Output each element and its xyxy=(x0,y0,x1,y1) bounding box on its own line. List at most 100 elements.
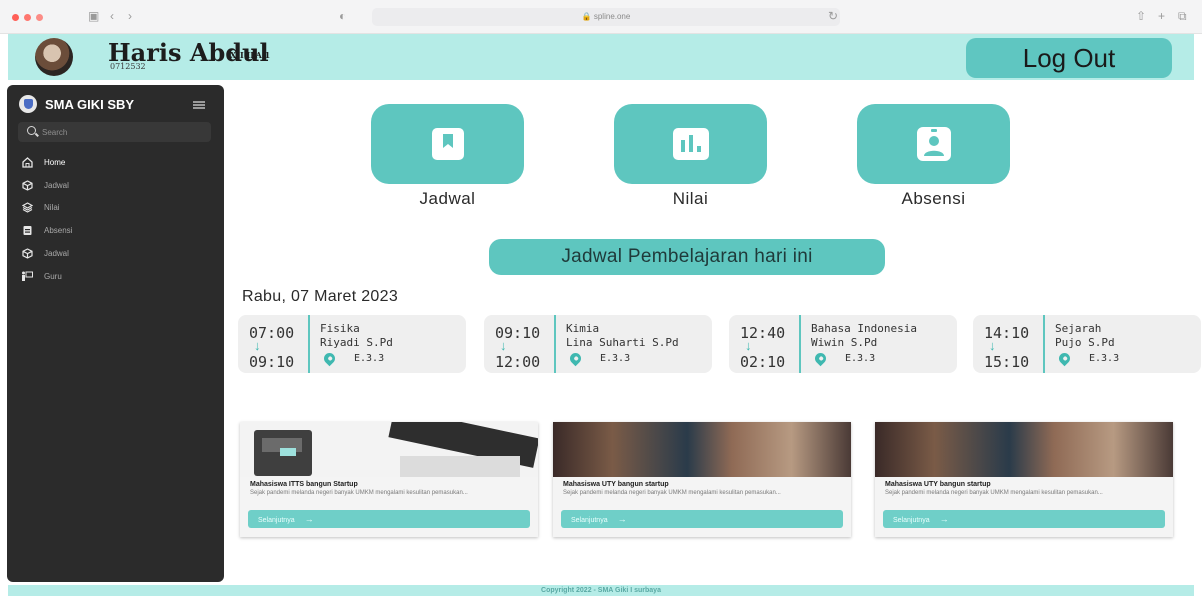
sidebar-item-label: Nilai xyxy=(44,203,60,213)
sidebar-item-absensi[interactable]: Absensi xyxy=(21,219,211,242)
divider xyxy=(308,315,310,373)
bar-chart-icon xyxy=(672,128,709,160)
search-icon xyxy=(27,126,36,135)
document-icon xyxy=(21,225,33,237)
end-time: 12:00 xyxy=(495,353,541,371)
news-image xyxy=(875,422,1173,477)
sidebar-item-guru[interactable]: Guru xyxy=(21,265,211,288)
home-icon xyxy=(21,156,33,168)
subject: Fisika xyxy=(320,322,360,335)
tile-jadwal-label: Jadwal xyxy=(419,189,476,208)
school-logo-icon xyxy=(19,95,37,113)
schedule-date: Rabu, 07 Maret 2023 xyxy=(242,288,399,305)
sidebar-item-jadwal-2[interactable]: Jadwal xyxy=(21,242,211,265)
end-time: 15:10 xyxy=(984,353,1030,371)
schedule-card[interactable]: 12:40 ↓ 02:10 Bahasa Indonesia Wiwin S.P… xyxy=(729,315,957,373)
user-class: XII IPA 1 xyxy=(230,50,271,60)
news-card[interactable]: Mahasiswa ITTS bangun Startup Sejak pand… xyxy=(240,422,538,537)
news-excerpt: Sejak pandemi melanda negeri banyak UMKM… xyxy=(563,490,781,496)
app-root: ▣ ‹ › ◐ 🔒 spline.one ↻ ⇧ + ⧉ Haris Abdul… xyxy=(0,0,1202,596)
browser-toolbar: ▣ ‹ › ◐ 🔒 spline.one ↻ ⇧ + ⧉ xyxy=(0,0,1202,34)
tile-jadwal[interactable] xyxy=(371,104,524,184)
cube-icon xyxy=(21,248,33,260)
sidebar-item-label: Jadwal xyxy=(44,180,69,190)
read-more-button[interactable]: Selanjutnya → xyxy=(561,510,843,528)
read-more-button[interactable]: Selanjutnya → xyxy=(883,510,1165,528)
news-image xyxy=(240,422,538,477)
read-more-label: Selanjutnya xyxy=(893,517,930,524)
logout-button[interactable]: Log Out xyxy=(966,38,1172,78)
divider xyxy=(799,315,801,373)
bookmark-icon xyxy=(431,128,464,160)
lock-icon: 🔒 xyxy=(581,12,592,21)
sidebar-item-label: Home xyxy=(44,157,66,167)
location-pin-icon xyxy=(812,350,829,367)
top-header: Haris Abdul XII IPA 1 0712532 Log Out xyxy=(8,34,1194,80)
subject: Bahasa Indonesia xyxy=(811,322,917,335)
search-box xyxy=(18,122,211,142)
sidebar-nav: Home Jadwal Nilai Absensi Jadwal Guru xyxy=(21,151,211,288)
sidebar-item-nilai[interactable]: Nilai xyxy=(21,197,211,220)
hamburger-menu-icon[interactable] xyxy=(193,101,205,109)
news-title: Mahasiswa ITTS bangun Startup xyxy=(250,481,358,488)
news-excerpt: Sejak pandemi melanda negeri banyak UMKM… xyxy=(250,490,468,496)
arrow-down-icon: ↓ xyxy=(989,338,996,353)
search-input[interactable] xyxy=(42,124,202,140)
teacher: Lina Suharti S.Pd xyxy=(566,336,679,349)
schedule-card[interactable]: 07:00 ↓ 09:10 Fisika Riyadi S.Pd E.3.3 xyxy=(238,315,466,373)
tile-nilai[interactable] xyxy=(614,104,767,184)
tile-nilai-label: Nilai xyxy=(672,189,709,208)
arrow-down-icon: ↓ xyxy=(254,338,261,353)
avatar[interactable] xyxy=(35,38,73,76)
news-card[interactable]: Mahasiswa UTY bangun startup Sejak pande… xyxy=(875,422,1173,537)
news-title: Mahasiswa UTY bangun startup xyxy=(563,481,669,488)
subject: Sejarah xyxy=(1055,322,1102,335)
back-icon[interactable]: ‹ xyxy=(110,9,114,23)
share-icon[interactable]: ⇧ xyxy=(1136,9,1146,23)
location-pin-icon xyxy=(1056,350,1073,367)
schedule-today-banner[interactable]: Jadwal Pembelajaran hari ini xyxy=(489,239,885,275)
tabs-overview-icon[interactable]: ⧉ xyxy=(1178,9,1187,23)
teacher: Wiwin S.Pd xyxy=(811,336,878,349)
layers-icon xyxy=(21,202,33,214)
room: E.3.3 xyxy=(845,353,876,364)
location-pin-icon xyxy=(321,350,338,367)
new-tab-icon[interactable]: + xyxy=(1158,9,1165,23)
room: E.3.3 xyxy=(600,353,631,364)
brand[interactable]: SMA GIKI SBY xyxy=(19,95,134,113)
end-time: 09:10 xyxy=(249,353,295,371)
subject: Kimia xyxy=(566,322,600,335)
reload-icon[interactable]: ↻ xyxy=(828,9,838,23)
news-card[interactable]: Mahasiswa UTY bangun startup Sejak pande… xyxy=(553,422,851,537)
sidebar-item-label: Guru xyxy=(44,271,62,281)
schedule-card[interactable]: 14:10 ↓ 15:10 Sejarah Pujo S.Pd E.3.3 xyxy=(973,315,1201,373)
room: E.3.3 xyxy=(354,353,385,364)
sidebar-item-home[interactable]: Home xyxy=(21,151,211,174)
read-more-label: Selanjutnya xyxy=(571,517,608,524)
sidebar-item-label: Absensi xyxy=(44,226,73,236)
cube-icon xyxy=(21,179,33,191)
window-controls[interactable] xyxy=(12,14,43,21)
forward-icon[interactable]: › xyxy=(128,9,132,23)
id-badge-icon xyxy=(916,127,951,161)
url-text: spline.one xyxy=(593,12,631,21)
teacher: Pujo S.Pd xyxy=(1055,336,1115,349)
arrow-down-icon: ↓ xyxy=(500,338,507,353)
sidebar-toggle-icon[interactable]: ▣ xyxy=(88,9,99,23)
news-title: Mahasiswa UTY bangun startup xyxy=(885,481,991,488)
privacy-icon[interactable]: ◐ xyxy=(339,9,346,23)
schedule-card[interactable]: 09:10 ↓ 12:00 Kimia Lina Suharti S.Pd E.… xyxy=(484,315,712,373)
tile-absensi[interactable] xyxy=(857,104,1010,184)
address-bar[interactable]: 🔒 spline.one xyxy=(372,8,840,26)
news-image xyxy=(553,422,851,477)
sidebar: SMA GIKI SBY Home Jadwal xyxy=(7,85,224,582)
brand-name: SMA GIKI SBY xyxy=(45,96,135,112)
divider xyxy=(1043,315,1045,373)
sidebar-item-jadwal[interactable]: Jadwal xyxy=(21,174,211,197)
teacher: Riyadi S.Pd xyxy=(320,336,393,349)
room: E.3.3 xyxy=(1089,353,1120,364)
user-nis: 0712532 xyxy=(110,62,146,71)
arrow-down-icon: ↓ xyxy=(745,338,752,353)
read-more-button[interactable]: Selanjutnya → xyxy=(248,510,530,528)
arrow-right-icon: → xyxy=(617,514,627,524)
